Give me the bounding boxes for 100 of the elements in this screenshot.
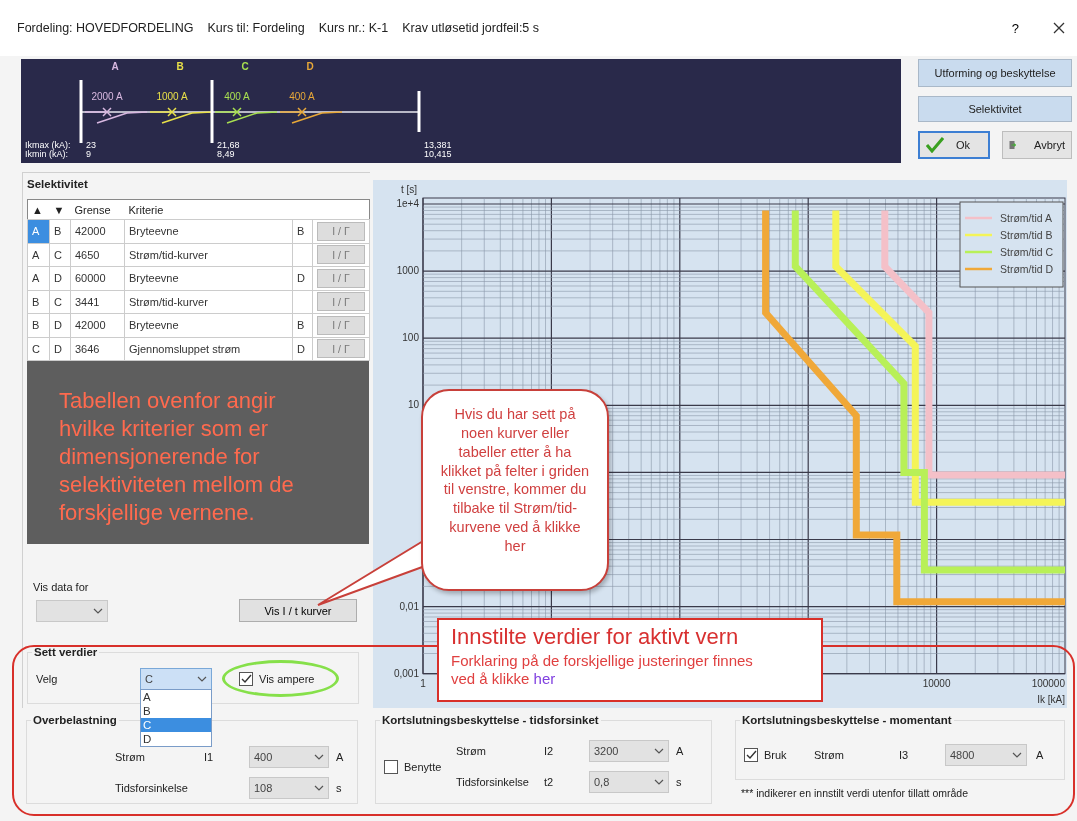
busbar <box>210 80 214 143</box>
ik-value: 13,381 <box>424 140 452 150</box>
table-cell: Strøm/tid-kurver <box>124 243 293 267</box>
annotation-title: Innstilte verdier for aktivt vern <box>451 624 740 650</box>
column-header: ▲ <box>27 199 50 220</box>
dropdown[interactable]: 108 <box>249 777 329 799</box>
unit-label: A <box>676 745 685 757</box>
close-icon[interactable] <box>1053 22 1065 34</box>
group-title: Kortslutningsbeskyttelse - momentant <box>741 714 953 726</box>
breaker-label: B <box>176 61 184 72</box>
table-cell: Bryteevne <box>124 313 293 337</box>
chevron-down-icon <box>1012 752 1022 758</box>
ik-value: 23 <box>86 140 96 150</box>
checkbox-label: Bruk <box>764 749 788 761</box>
breaker-label: D <box>306 61 314 72</box>
breaker-rating: 400 A <box>289 91 315 102</box>
table-cell[interactable]: A <box>27 243 50 267</box>
curve-button[interactable]: I / Γ <box>317 339 365 359</box>
help-link[interactable]: her <box>533 670 556 687</box>
checkbox[interactable] <box>239 671 253 686</box>
axis-label: Ik [kA] <box>1037 694 1065 705</box>
chevron-down-icon <box>197 675 207 682</box>
unit-label: s <box>676 776 683 788</box>
checkbox-label: Benytte <box>404 760 442 773</box>
breaker-rating: 2000 A <box>91 91 123 102</box>
axis-tick-label: 0,01 <box>399 600 419 612</box>
table-cell[interactable]: B <box>27 290 50 314</box>
table-cell: Gjennomsluppet strøm <box>124 337 293 361</box>
show-curves-button[interactable]: Vis I / t kurver <box>239 599 357 622</box>
nav-button[interactable]: Selektivitet <box>918 96 1072 122</box>
field-label: Tidsforsinkelse <box>456 776 530 788</box>
checkbox[interactable] <box>384 759 398 774</box>
window-title: Krav utløsetid jordfeil:5 s <box>402 21 540 35</box>
curve-button[interactable]: I / Γ <box>317 292 365 312</box>
chevron-down-icon <box>314 785 324 791</box>
footnote-text: *** indikerer en innstilt verdi utenfor tillatt område <box>741 787 970 799</box>
table-cell: Bryteevne <box>124 266 293 290</box>
legend-label: Strøm/tid A <box>1000 212 1052 224</box>
symbol-label: I1 <box>204 751 215 763</box>
axis-label: t [s] <box>400 184 417 195</box>
curve-button[interactable]: I / Γ <box>317 221 365 241</box>
field-label: Strøm <box>814 749 845 761</box>
note-text: Tabellen ovenfor angir hvilke kriterier som er dimensjonerende for selektiviteten mellom de forskjellige vernene. <box>59 387 295 527</box>
field-label: Strøm <box>115 751 146 763</box>
table-cell[interactable]: A <box>27 266 50 290</box>
curve-button[interactable]: I / Γ <box>317 315 365 335</box>
axis-tick-label: 10000 <box>922 678 951 689</box>
group-title: Overbelastning <box>32 714 118 726</box>
table-cell: Bryteevne <box>124 219 293 243</box>
group-title: Selektivitet <box>27 178 89 190</box>
chevron-down-icon <box>654 779 664 785</box>
legend-label: Strøm/tid C <box>1000 246 1054 258</box>
axis-tick-label: 1 <box>420 678 426 689</box>
ik-value: 9 <box>86 149 91 159</box>
chevron-down-icon <box>93 607 103 614</box>
window-title: Kurs nr.: K-1 <box>318 21 389 35</box>
breaker-label: A <box>111 61 119 72</box>
checkbox[interactable] <box>744 748 758 762</box>
axis-tick-label: 1000 <box>396 265 419 277</box>
breaker-rating: 1000 A <box>156 91 188 102</box>
ik-value: 21,68 <box>217 140 240 150</box>
group-title: Sett verdier <box>33 646 99 658</box>
column-header: Kriterie <box>124 199 293 220</box>
window-title: Fordeling: HOVEDFORDELING <box>17 21 194 35</box>
legend-label: Strøm/tid D <box>1000 263 1054 275</box>
breaker-rating: 400 A <box>224 91 250 102</box>
dropdown[interactable]: 400 <box>249 746 329 768</box>
dropdown[interactable]: 0,8 <box>589 771 669 793</box>
chevron-down-icon <box>314 754 324 760</box>
field-label: Velg <box>36 672 59 685</box>
breaker-label: C <box>241 61 249 72</box>
group-title: Kortslutningsbeskyttelse - tidsforsinket <box>381 714 600 726</box>
column-header: Grense <box>70 199 125 220</box>
table-cell[interactable]: B <box>27 313 50 337</box>
callout-note: Hvis du har sett på noen kurver eller tabeller etter å ha klikket på felter i griden til venstre, kommer du tilbake til Strøm/tid-kurvene ved å klikke her <box>421 389 609 591</box>
dropdown[interactable]: 3200 <box>589 740 669 762</box>
help-button[interactable]: ? <box>1011 20 1019 36</box>
table-cell: Strøm/tid-kurver <box>124 290 293 314</box>
table-cell[interactable]: C <box>27 337 50 361</box>
legend-label: Strøm/tid B <box>1000 229 1053 241</box>
ok-button[interactable]: Ok <box>918 131 990 159</box>
symbol-label: I2 <box>544 745 555 757</box>
nav-button[interactable]: Utforming og beskyttelse <box>918 59 1072 87</box>
axis-tick-label: 100000 <box>1031 678 1065 689</box>
curve-button[interactable]: I / Γ <box>317 245 365 265</box>
cancel-button[interactable]: Avbryt <box>1002 131 1072 159</box>
ik-value: 8,49 <box>217 149 235 159</box>
symbol-label: I3 <box>899 749 910 761</box>
window-title: Kurs til: Fordeling <box>207 21 305 35</box>
busbar <box>417 91 421 132</box>
axis-tick-label: 10 <box>407 399 419 411</box>
checkbox-label: Vis ampere <box>259 672 315 685</box>
field-label: Tidsforsinkelse <box>115 782 189 794</box>
axis-tick-label: 1e+4 <box>396 198 419 209</box>
field-label: Strøm <box>456 745 487 757</box>
ik-label: Ikmin (kA): <box>25 149 68 159</box>
symbol-label: t2 <box>544 776 555 788</box>
curve-button[interactable]: I / Γ <box>317 268 365 288</box>
ik-value: 10,415 <box>424 149 452 159</box>
dropdown[interactable]: 4800 <box>945 744 1027 766</box>
